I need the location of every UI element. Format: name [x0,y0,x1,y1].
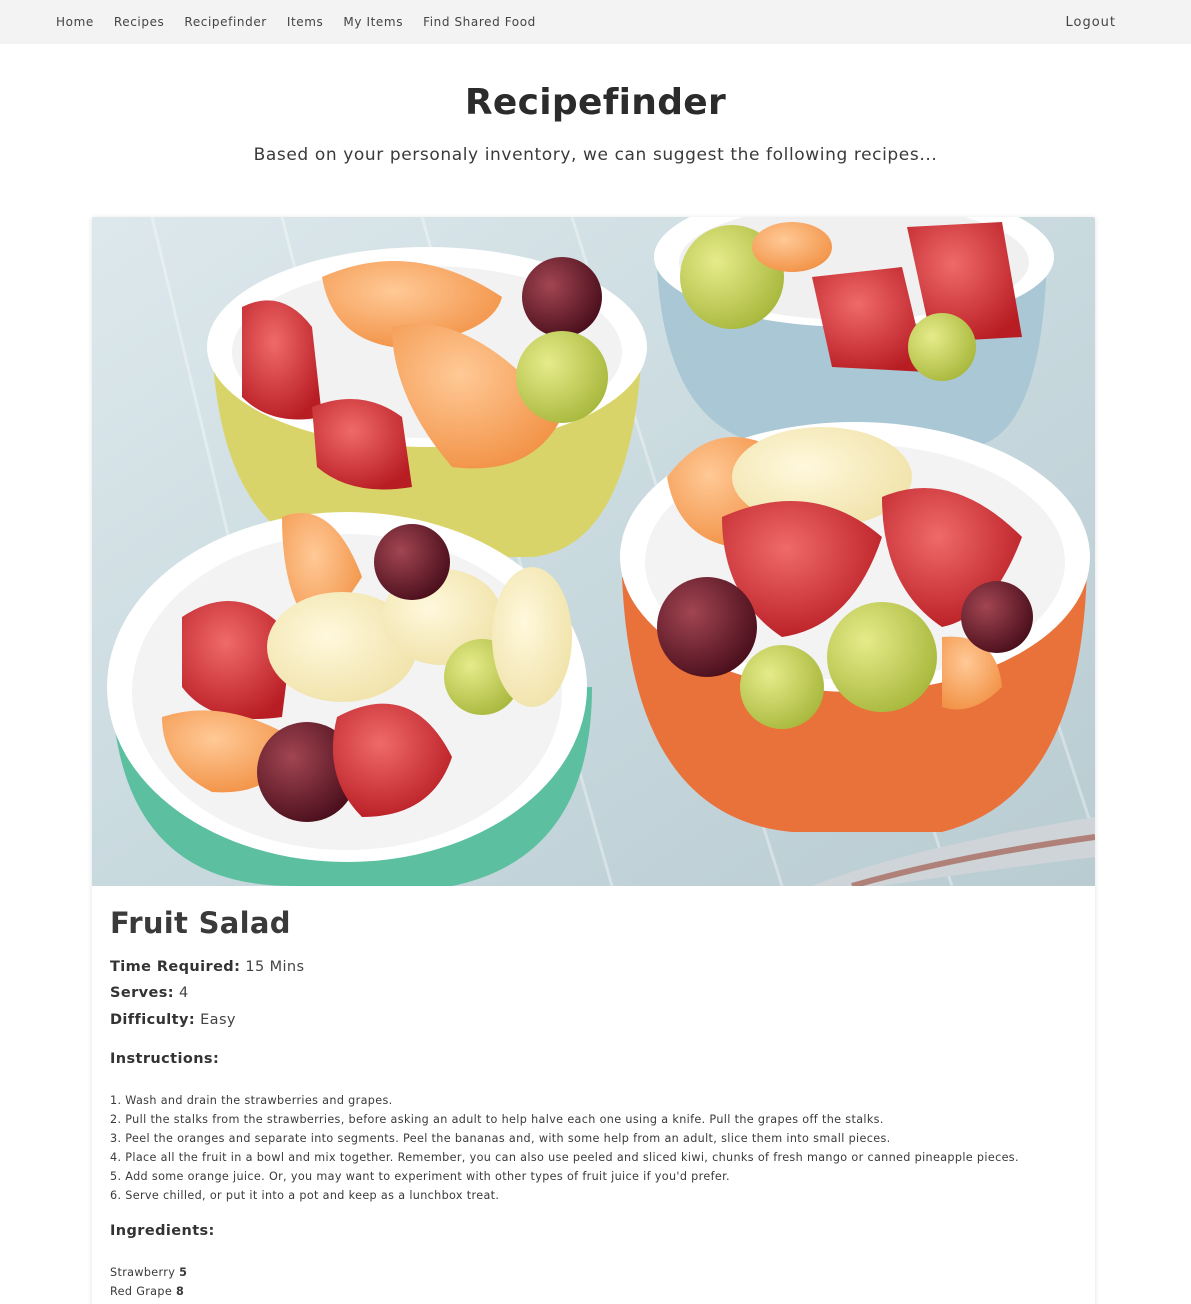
ingredient-item: Strawberry 5 [110,1263,187,1282]
fruit-salad-image [92,217,1095,886]
time-required-label: Time Required: [110,959,241,975]
instruction-step: 5. Add some orange juice. Or, you may wa… [110,1170,730,1183]
nav-links: Home Recipes Recipefinder Items My Items… [56,0,536,44]
nav-my-items-link[interactable]: My Items [343,15,403,29]
nav-find-shared-food-link[interactable]: Find Shared Food [423,15,536,29]
time-required-value: 15 Mins [245,959,305,975]
page-subtitle: Based on your personaly inventory, we ca… [253,145,938,165]
nav-home-link[interactable]: Home [56,15,94,29]
ingredient-qty: 5 [179,1266,188,1279]
ingredients-heading: Ingredients: [110,1223,215,1239]
instruction-step: 4. Place all the fruit in a bowl and mix… [110,1151,1019,1164]
ingredient-name: Red Grape [110,1285,173,1298]
serves-label: Serves: [110,985,174,1001]
serves: Serves: 4 [110,985,189,1001]
nav-right: Logout [1065,0,1116,44]
instruction-step: 2. Pull the stalks from the strawberries… [110,1113,884,1126]
ingredient-item: Red Grape 8 [110,1282,187,1301]
instruction-step: 6. Serve chilled, or put it into a pot a… [110,1189,500,1202]
nav-recipes-link[interactable]: Recipes [114,15,165,29]
time-required: Time Required: 15 Mins [110,959,304,975]
instructions-heading: Instructions: [110,1051,220,1067]
difficulty-label: Difficulty: [110,1012,196,1028]
page-title: Recipefinder [464,82,727,123]
difficulty: Difficulty: Easy [110,1012,236,1028]
nav-recipefinder-link[interactable]: Recipefinder [184,15,266,29]
top-navbar: Home Recipes Recipefinder Items My Items… [0,0,1191,44]
instructions-list: 1. Wash and drain the strawberries and g… [110,1091,1090,1205]
recipe-title: Fruit Salad [110,906,291,940]
nav-items-link[interactable]: Items [287,15,324,29]
ingredient-name: Strawberry [110,1266,176,1279]
serves-value: 4 [178,985,189,1001]
ingredient-qty: 8 [175,1285,185,1298]
ingredients-list: Strawberry 5 Red Grape 8 [110,1263,187,1301]
difficulty-value: Easy [200,1012,236,1028]
instruction-step: 3. Peel the oranges and separate into se… [110,1132,891,1145]
instruction-step: 1. Wash and drain the strawberries and g… [110,1094,393,1107]
recipe-card: Fruit Salad Time Required: 15 Mins Serve… [92,217,1095,1304]
logout-link[interactable]: Logout [1065,15,1116,30]
